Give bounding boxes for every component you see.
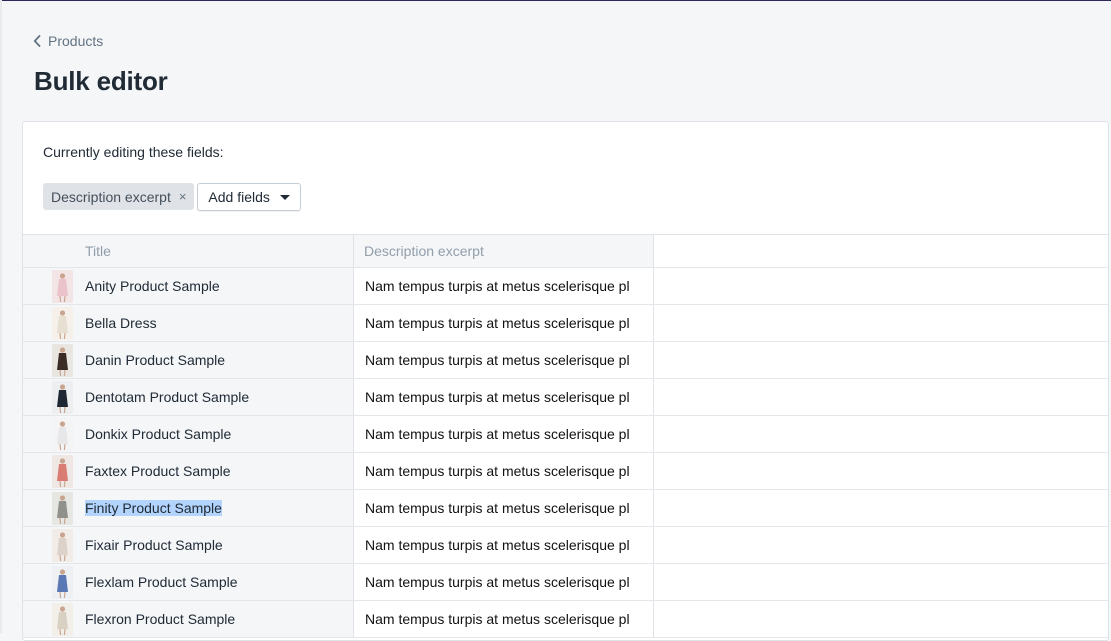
thumbnail-cell bbox=[23, 453, 85, 489]
remove-field-icon[interactable]: × bbox=[179, 190, 187, 203]
empty-cell bbox=[654, 453, 1108, 489]
description-excerpt-input[interactable]: Nam tempus turpis at metus scelerisque p… bbox=[354, 564, 654, 600]
product-title-cell: Dentotam Product Sample bbox=[85, 379, 354, 415]
chevron-left-icon bbox=[32, 34, 42, 48]
product-title: Danin Product Sample bbox=[85, 352, 226, 368]
thumbnail-cell bbox=[23, 268, 85, 304]
table-row: Flexlam Product Sample Nam tempus turpis … bbox=[23, 564, 1108, 601]
page-title: Bulk editor bbox=[34, 66, 168, 96]
table-row: Danin Product Sample Nam tempus turpis at… bbox=[23, 342, 1108, 379]
product-title-cell: Fixair Product Sample bbox=[85, 527, 354, 563]
product-title-cell: Finity Product Sample bbox=[85, 490, 354, 526]
empty-cell bbox=[654, 379, 1108, 415]
table-row: Bella Dress Nam tempus turpis at metus sc… bbox=[23, 305, 1108, 342]
table-row: Faxtex Product Sample Nam tempus turpis a… bbox=[23, 453, 1108, 490]
thumbnail-cell bbox=[23, 342, 85, 378]
description-excerpt-input[interactable]: Nam tempus turpis at metus scelerisque p… bbox=[354, 305, 654, 341]
field-chip-label: Description excerpt bbox=[51, 188, 171, 205]
product-title: Donkix Product Sample bbox=[85, 426, 232, 442]
table-row: Anity Product Sample Nam tempus turpis at… bbox=[23, 268, 1108, 305]
product-thumbnail-image bbox=[52, 417, 73, 451]
product-title-cell: Flexron Product Sample bbox=[85, 601, 354, 637]
thumbnail-cell bbox=[23, 305, 85, 341]
description-excerpt-input[interactable]: Nam tempus turpis at metus scelerisque p… bbox=[354, 527, 654, 563]
description-excerpt-input[interactable]: Nam tempus turpis at metus scelerisque p… bbox=[354, 268, 654, 304]
description-excerpt-input[interactable]: Nam tempus turpis at metus scelerisque p… bbox=[354, 379, 654, 415]
thumbnail-cell bbox=[23, 379, 85, 415]
grid-header-row: Title Description excerpt bbox=[23, 235, 1108, 268]
thumbnail-cell bbox=[23, 564, 85, 600]
product-title: Anity Product Sample bbox=[85, 278, 220, 294]
description-excerpt-input[interactable]: Nam tempus turpis at metus scelerisque p… bbox=[354, 601, 654, 637]
empty-cell bbox=[654, 527, 1108, 563]
empty-cell bbox=[654, 490, 1108, 526]
bulk-editor-card: Currently editing these fields: Descript… bbox=[22, 121, 1109, 641]
empty-cell bbox=[654, 601, 1108, 637]
thumbnail-cell bbox=[23, 601, 85, 637]
header-empty-cell bbox=[654, 235, 1108, 267]
product-title-cell: Bella Dress bbox=[85, 305, 354, 341]
product-title: Fixair Product Sample bbox=[85, 537, 223, 553]
product-title-cell: Faxtex Product Sample bbox=[85, 453, 354, 489]
product-title: Dentotam Product Sample bbox=[85, 389, 250, 405]
top-border bbox=[0, 0, 1111, 1]
left-edge bbox=[0, 0, 2, 633]
product-title-cell: Anity Product Sample bbox=[85, 268, 354, 304]
product-title: Bella Dress bbox=[85, 315, 157, 331]
field-chips: Description excerpt × Add fields bbox=[43, 183, 301, 211]
product-thumbnail-image bbox=[52, 269, 73, 303]
table-row: Flexron Product Sample Nam tempus turpis … bbox=[23, 601, 1108, 638]
table-row: Donkix Product Sample Nam tempus turpis a… bbox=[23, 416, 1108, 453]
description-excerpt-input[interactable]: Nam tempus turpis at metus scelerisque p… bbox=[354, 342, 654, 378]
product-thumbnail-image bbox=[52, 491, 73, 525]
breadcrumb-back-link[interactable]: Products bbox=[32, 33, 103, 49]
empty-cell bbox=[654, 416, 1108, 452]
bulk-edit-grid: Title Description excerpt Anity Product … bbox=[23, 234, 1108, 638]
product-thumbnail-image bbox=[52, 343, 73, 377]
thumbnail-cell bbox=[23, 527, 85, 563]
product-thumbnail-image bbox=[52, 602, 73, 636]
product-title: Faxtex Product Sample bbox=[85, 463, 231, 479]
column-header-title: Title bbox=[85, 235, 354, 267]
description-excerpt-input[interactable]: Nam tempus turpis at metus scelerisque p… bbox=[354, 453, 654, 489]
product-title-cell: Flexlam Product Sample bbox=[85, 564, 354, 600]
product-title-cell: Danin Product Sample bbox=[85, 342, 354, 378]
description-excerpt-input[interactable]: Nam tempus turpis at metus scelerisque p… bbox=[354, 490, 654, 526]
product-title: Finity Product Sample bbox=[85, 500, 222, 516]
table-row: Finity Product Sample Nam tempus turpis a… bbox=[23, 490, 1108, 527]
empty-cell bbox=[654, 342, 1108, 378]
product-thumbnail-image bbox=[52, 380, 73, 414]
table-row: Dentotam Product Sample Nam tempus turpis… bbox=[23, 379, 1108, 416]
table-row: Fixair Product Sample Nam tempus turpis a… bbox=[23, 527, 1108, 564]
editing-fields-label: Currently editing these fields: bbox=[43, 144, 224, 160]
thumbnail-cell bbox=[23, 416, 85, 452]
add-fields-label: Add fields bbox=[208, 189, 270, 205]
product-thumbnail-image bbox=[52, 306, 73, 340]
product-thumbnail-image bbox=[52, 528, 73, 562]
thumbnail-cell bbox=[23, 490, 85, 526]
column-header-description: Description excerpt bbox=[354, 235, 654, 267]
product-thumbnail-image bbox=[52, 454, 73, 488]
product-title: Flexron Product Sample bbox=[85, 611, 236, 627]
breadcrumb-label: Products bbox=[48, 33, 104, 49]
add-fields-button[interactable]: Add fields bbox=[197, 183, 301, 211]
header-thumb-cell bbox=[23, 235, 85, 267]
empty-cell bbox=[654, 305, 1108, 341]
empty-cell bbox=[654, 564, 1108, 600]
product-title-cell: Donkix Product Sample bbox=[85, 416, 354, 452]
description-excerpt-input[interactable]: Nam tempus turpis at metus scelerisque p… bbox=[354, 416, 654, 452]
product-title: Flexlam Product Sample bbox=[85, 574, 238, 590]
field-chip-description-excerpt: Description excerpt × bbox=[43, 183, 195, 210]
caret-down-icon bbox=[279, 194, 290, 200]
product-thumbnail-image bbox=[52, 565, 73, 599]
empty-cell bbox=[654, 268, 1108, 304]
